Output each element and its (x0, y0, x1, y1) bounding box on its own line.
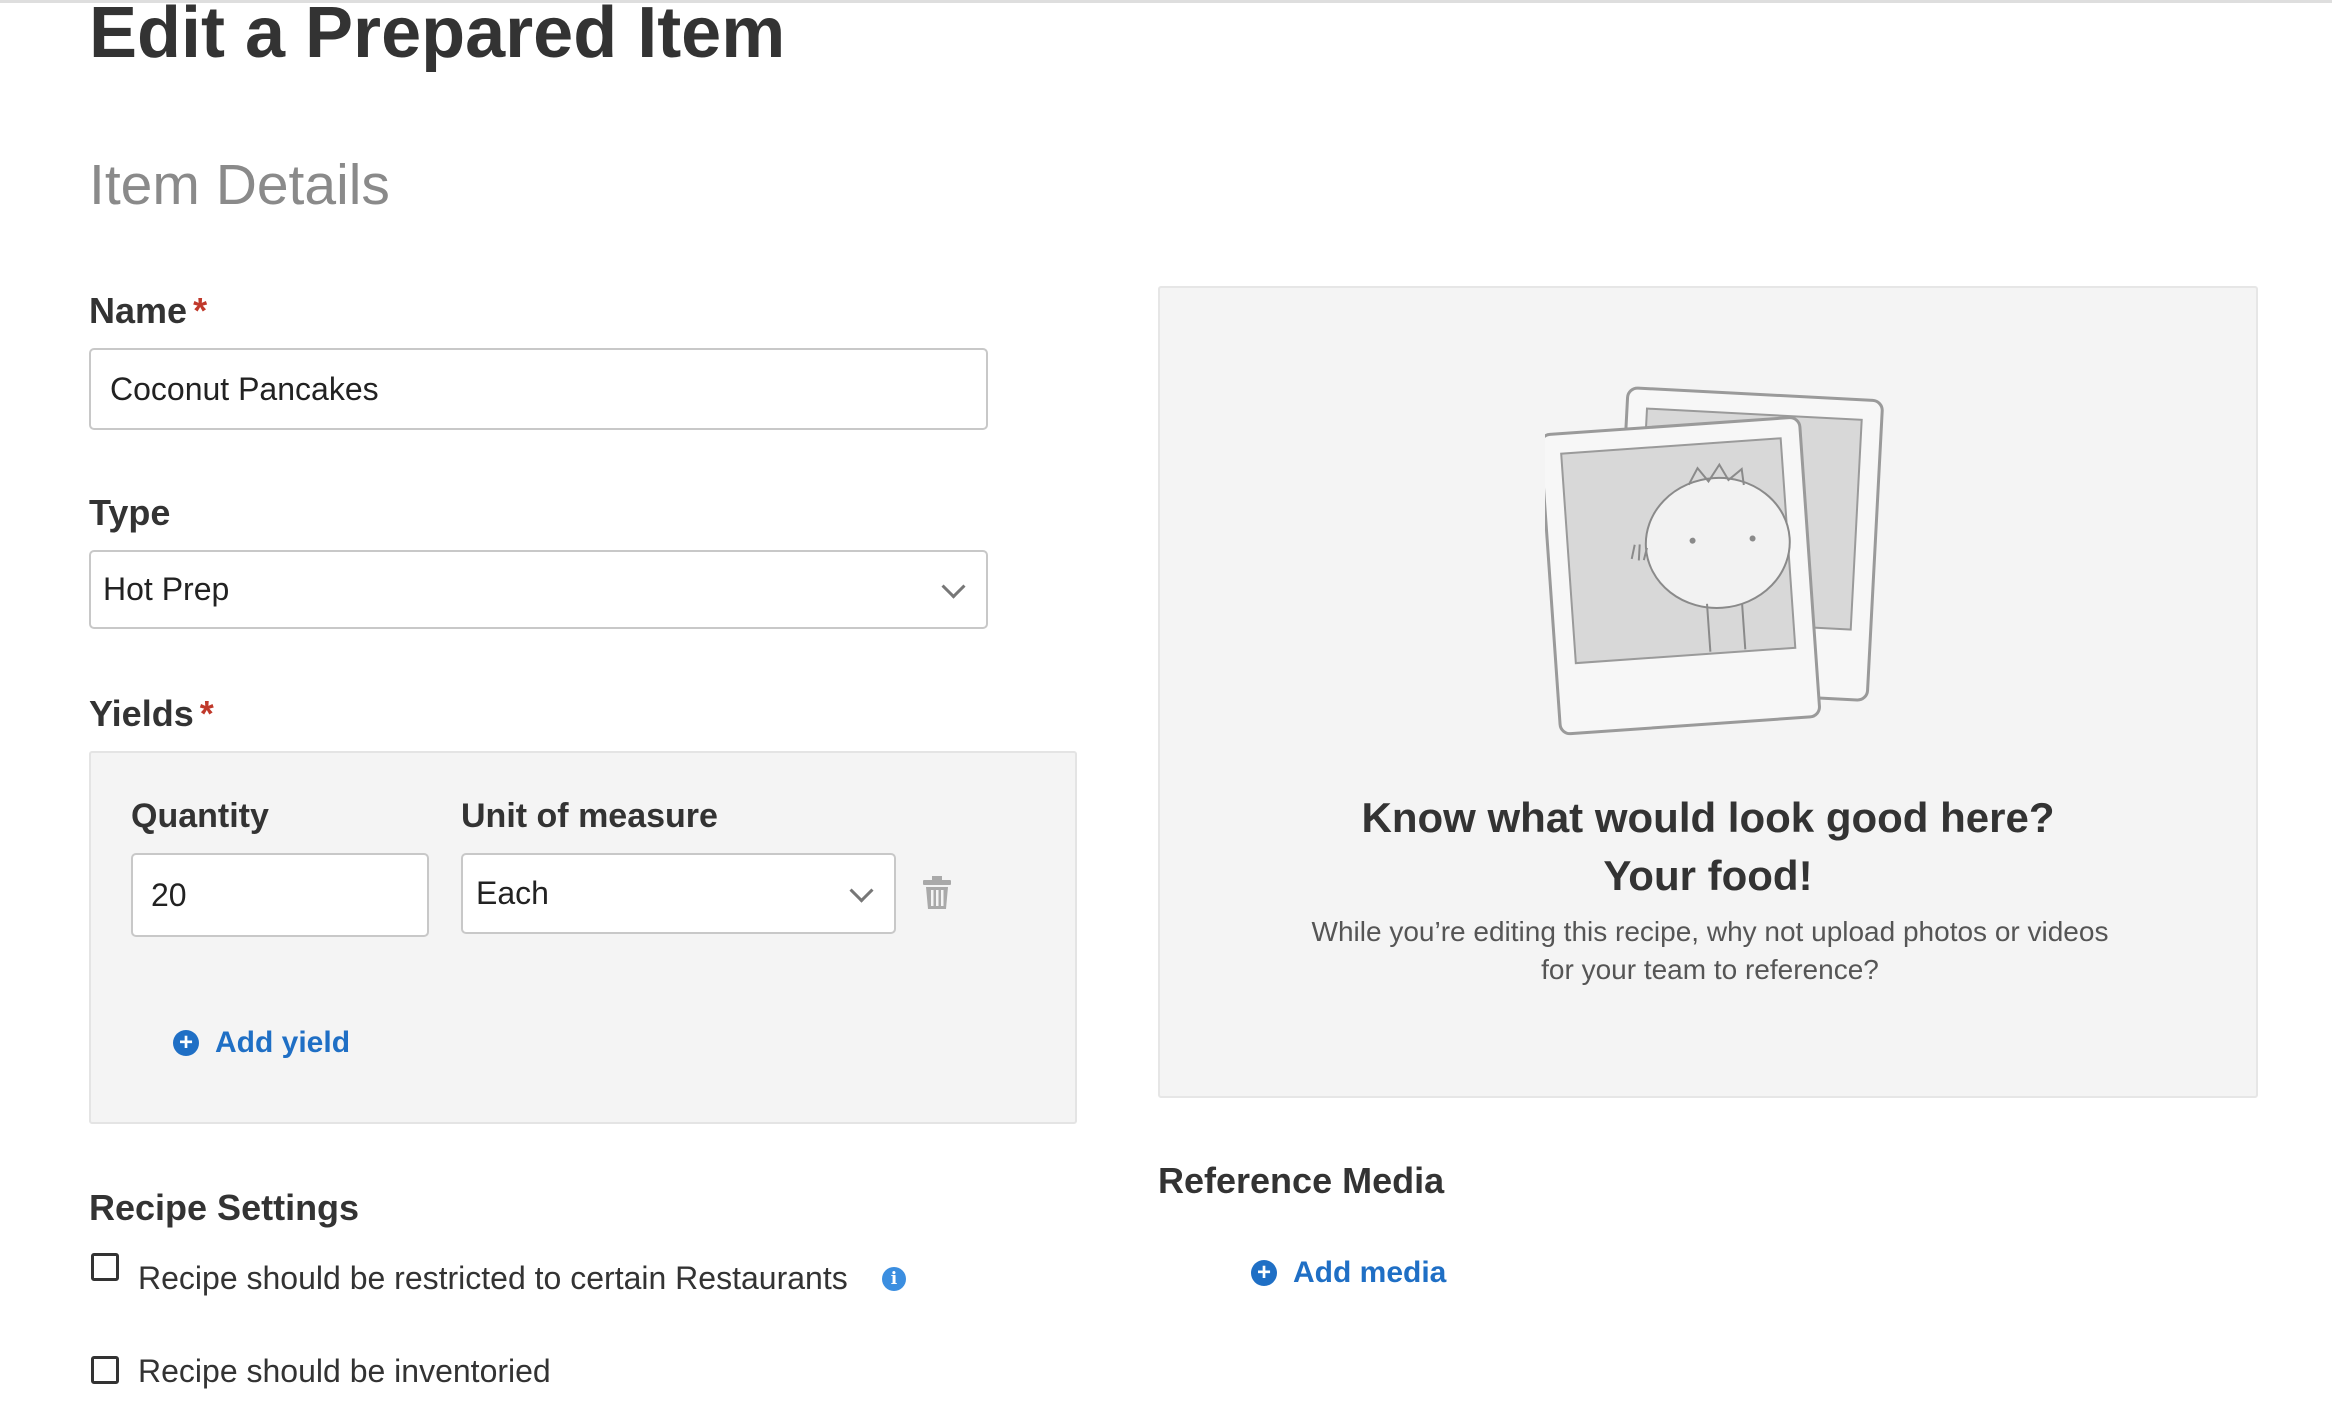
type-label: Type (89, 492, 171, 533)
recipe-settings-title: Recipe Settings (89, 1187, 360, 1228)
inventoried-option-label: Recipe should be inventoried (138, 1353, 551, 1389)
reference-media-title: Reference Media (1158, 1160, 1445, 1201)
add-media-label: Add media (1293, 1256, 1447, 1289)
required-asterisk: * (199, 693, 214, 734)
restricted-option-label: Recipe should be restricted to certain R… (138, 1260, 848, 1296)
plus-circle-icon: + (173, 1030, 199, 1056)
chevron-down-icon (849, 878, 874, 903)
restricted-option (91, 1253, 119, 1281)
yields-label-text: Yields (89, 693, 194, 734)
name-label: Name * (89, 290, 207, 332)
media-subtext: While you’re editing this recipe, why no… (1311, 916, 2109, 985)
add-yield-button[interactable]: + Add yield (173, 1026, 350, 1060)
trash-icon (923, 876, 951, 909)
inventoried-option (91, 1356, 119, 1384)
name-label-text: Name (89, 290, 188, 331)
unit-select[interactable]: Each (461, 853, 896, 934)
media-placeholder-panel: Know what would look good here? Your foo… (1158, 286, 2258, 1098)
name-input-value: Coconut Pancakes (110, 370, 379, 407)
required-asterisk: * (193, 290, 208, 331)
info-icon[interactable]: i (882, 1267, 906, 1291)
yields-label: Yields * (89, 693, 214, 735)
inventoried-checkbox[interactable] (91, 1356, 119, 1384)
photo-frames-illustration (1545, 386, 1884, 736)
unit-select-value: Each (476, 875, 549, 911)
plus-circle-icon: + (1251, 1260, 1277, 1286)
type-select[interactable]: Hot Prep (89, 550, 988, 629)
media-headline-2: Your food! (1603, 852, 1813, 899)
chevron-down-icon (941, 574, 966, 599)
type-select-value: Hot Prep (103, 571, 230, 607)
delete-yield-button[interactable] (922, 876, 952, 915)
unit-label: Unit of measure (461, 797, 718, 835)
add-media-button[interactable]: + Add media (1251, 1256, 1446, 1290)
restricted-checkbox[interactable] (91, 1253, 119, 1281)
quantity-input-value: 20 (151, 876, 187, 913)
add-yield-label: Add yield (215, 1026, 351, 1059)
quantity-label: Quantity (131, 797, 269, 835)
media-headline-1: Know what would look good here? (1361, 794, 2055, 841)
section-title: Item Details (89, 153, 390, 217)
name-input[interactable]: Coconut Pancakes (89, 348, 988, 430)
page-title: Edit a Prepared Item (89, 0, 786, 73)
quantity-input[interactable]: 20 (131, 853, 429, 937)
